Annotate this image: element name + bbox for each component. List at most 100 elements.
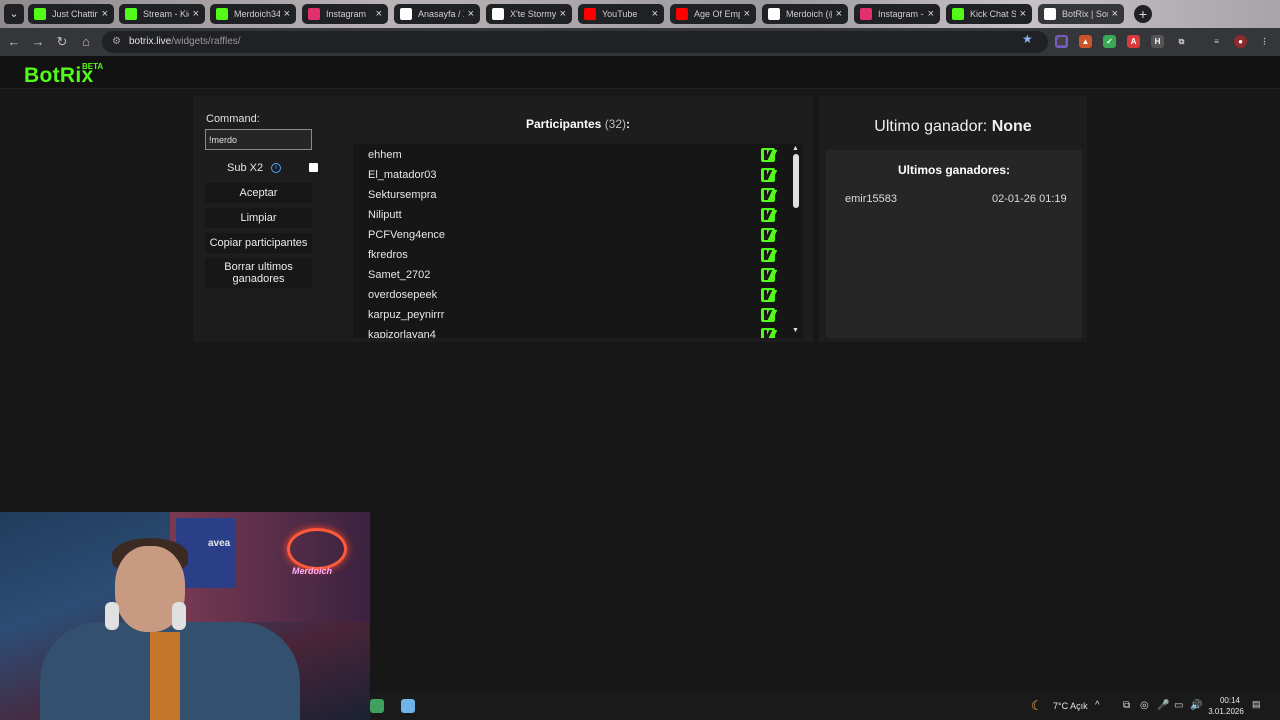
close-tab-icon[interactable]: × [193,8,199,20]
participant-name: ehhem [368,149,402,161]
clock-date[interactable]: 3.01.2026 [1204,707,1248,716]
tiktok-icon [768,8,780,20]
accept-button[interactable]: Aceptar [205,183,312,203]
browser-tab[interactable]: Anasayfa / X × [394,4,480,24]
copy-participants-button[interactable]: Copiar participantes [205,233,312,253]
tab-label: Age Of Emp [694,9,740,19]
browser-tab[interactable]: Instagram - × [854,4,940,24]
sub-x2-checkbox[interactable] [309,163,318,172]
browser-tab[interactable]: Just Chatting × [28,4,114,24]
clock-time[interactable]: 00:14 [1213,696,1247,705]
delete-winners-button[interactable]: Borrar ultimos ganadores [205,258,312,288]
participants-title: Participantes (32): [525,117,631,131]
webcam-person-zip [150,632,180,720]
home-icon[interactable]: ⌂ [78,34,94,50]
close-tab-icon[interactable]: × [1112,8,1118,20]
weather-text[interactable]: 7°C Açık [1053,701,1088,711]
kick-icon [216,8,228,20]
extensions-puzzle-icon[interactable]: ⧉ [1175,35,1188,48]
microphone-icon[interactable]: 🎤 [1157,700,1169,711]
site-info-icon[interactable]: ⚙ [112,36,121,47]
close-tab-icon[interactable]: × [284,8,290,20]
scroll-down-arrow[interactable]: ▼ [792,327,799,334]
info-icon[interactable]: i [271,163,281,173]
reading-list-icon[interactable]: ≡ [1210,35,1223,48]
participants-list[interactable]: ehhem El_matador03 Sektursempra Niliputt PCF… [353,144,803,338]
close-tab-icon[interactable]: × [1020,8,1026,20]
kick-chat-icon [952,8,964,20]
browser-tab-strip: ⌄ Just Chatting×Stream - Kick×Merdoich34… [0,0,1280,28]
taskbar-app-icon[interactable] [401,699,415,713]
kick-platform-icon [761,248,775,262]
participant-row: Sektursempra [353,185,789,205]
tab-label: Instagram - [878,9,924,19]
tab-label: Merdoich (@ [786,9,832,19]
participant-row: overdosepeek [353,285,789,305]
back-icon[interactable]: ← [6,34,22,50]
scrollbar-thumb[interactable] [793,154,799,208]
tab-search-icon[interactable]: ⌄ [4,4,24,24]
volume-icon[interactable]: 🔊 [1190,700,1202,711]
command-input[interactable] [205,129,312,150]
browser-menu-icon[interactable]: ⋮ [1258,35,1271,48]
notification-icon[interactable]: ▤ [1252,699,1268,713]
tray-app-icon[interactable]: ⧉ [1123,700,1130,711]
browser-tab[interactable]: X'te Stormy × [486,4,572,24]
webcam-poster-text: avea [208,538,231,549]
participant-row: PCFVeng4ence [353,225,789,245]
profile-avatar[interactable]: ● [1234,35,1247,48]
address-bar[interactable]: ⚙ botrix.live/widgets/raffles/ [102,31,1048,53]
close-tab-icon[interactable]: × [468,8,474,20]
new-tab-button[interactable]: + [1134,5,1152,23]
browser-tab[interactable]: Instagram × [302,4,388,24]
browser-tab[interactable]: BotRix | Sor × [1038,4,1124,24]
close-tab-icon[interactable]: × [560,8,566,20]
webcam-neon-text: Merdoich [292,566,333,576]
browser-tab[interactable]: Kick Chat Sc × [946,4,1032,24]
browser-tab[interactable]: Stream - Kick × [119,4,205,24]
close-tab-icon[interactable]: × [928,8,934,20]
forward-icon[interactable]: → [30,34,46,50]
last-winner: Ultimo ganador: None [874,118,1032,135]
kick-platform-icon [761,188,775,202]
extension-icon[interactable]: ⬛ [1055,35,1068,48]
browser-tab[interactable]: YouTube × [578,4,664,24]
kick-platform-icon [761,288,775,302]
participant-row: Samet_2702 [353,265,789,285]
shield-extension-icon[interactable]: ✓ [1103,35,1116,48]
browser-tab[interactable]: Age Of Emp × [670,4,756,24]
browser-tab[interactable]: Merdoich34 × [210,4,296,24]
tray-app-icon[interactable]: ◎ [1140,700,1149,711]
botrix-icon [1044,8,1056,20]
close-tab-icon[interactable]: × [744,8,750,20]
taskbar-app-icon[interactable] [370,699,384,713]
youtube-icon [584,8,596,20]
network-icon[interactable]: ▭ [1174,700,1183,711]
kick-platform-icon [761,208,775,222]
extension-icon[interactable]: ▲ [1079,35,1092,48]
participant-name: kapizorlayan4 [368,329,436,338]
kick-platform-icon [761,268,775,282]
close-tab-icon[interactable]: × [376,8,382,20]
tab-label: Stream - Kick [143,9,189,19]
close-tab-icon[interactable]: × [102,8,108,20]
winner-date: 02-01-26 01:19 [992,193,1067,205]
browser-tab[interactable]: Merdoich (@ × [762,4,848,24]
instagram-icon [308,8,320,20]
reload-icon[interactable]: ↻ [54,34,70,50]
scroll-up-arrow[interactable]: ▲ [792,145,799,152]
site-header: BotRix BETA [0,56,1280,89]
close-tab-icon[interactable]: × [652,8,658,20]
command-label: Command: [206,113,260,125]
weather-moon-icon[interactable]: ☾ [1031,698,1043,714]
clear-button[interactable]: Limpiar [205,208,312,228]
adblock-icon[interactable]: A [1127,35,1140,48]
headphone-right [172,602,186,630]
instagram-icon [860,8,872,20]
close-tab-icon[interactable]: × [836,8,842,20]
extension-icon[interactable]: H [1151,35,1164,48]
tab-label: Instagram [326,9,367,19]
participant-row: El_matador03 [353,165,789,185]
chevron-up-icon[interactable]: ^ [1095,700,1100,711]
bookmark-star-icon[interactable]: ★ [1022,32,1033,46]
